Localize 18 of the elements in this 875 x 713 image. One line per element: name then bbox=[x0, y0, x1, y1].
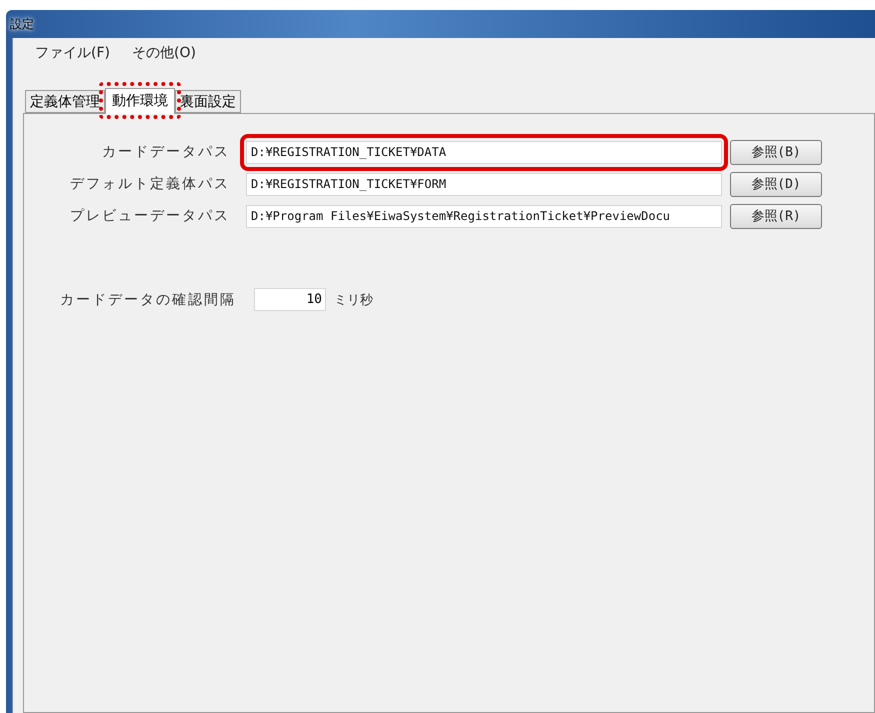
tab[interactable]: 裏面設定 bbox=[175, 90, 241, 113]
menu-item[interactable]: その他(O) bbox=[132, 44, 196, 66]
browse-button[interactable]: 参照(B) bbox=[730, 140, 822, 164]
path-field[interactable]: D:¥REGISTRATION_TICKET¥FORM bbox=[246, 172, 722, 196]
interval-field[interactable]: 10 bbox=[254, 288, 326, 311]
tab[interactable]: 定義体管理 bbox=[25, 90, 105, 113]
field-label: カードデータの確認間隔 bbox=[60, 290, 236, 308]
field-label: プレビューデータパス bbox=[69, 207, 231, 225]
field-label: カードデータパス bbox=[101, 143, 231, 161]
unit-label: ミリ秒 bbox=[334, 292, 373, 308]
menu-item[interactable]: ファイル(F) bbox=[35, 44, 110, 66]
browse-button[interactable]: 参照(D) bbox=[730, 172, 822, 196]
tab[interactable]: 動作環境 bbox=[105, 88, 175, 114]
browse-button[interactable]: 参照(R) bbox=[730, 204, 822, 228]
field-label: デフォルト定義体パス bbox=[69, 175, 231, 193]
window-title: 設定 bbox=[10, 16, 34, 32]
path-field[interactable]: D:¥REGISTRATION_TICKET¥DATA bbox=[246, 140, 722, 164]
path-field[interactable]: D:¥Program Files¥EiwaSystem¥RegistrationTicket¥PreviewDocu bbox=[246, 204, 722, 228]
